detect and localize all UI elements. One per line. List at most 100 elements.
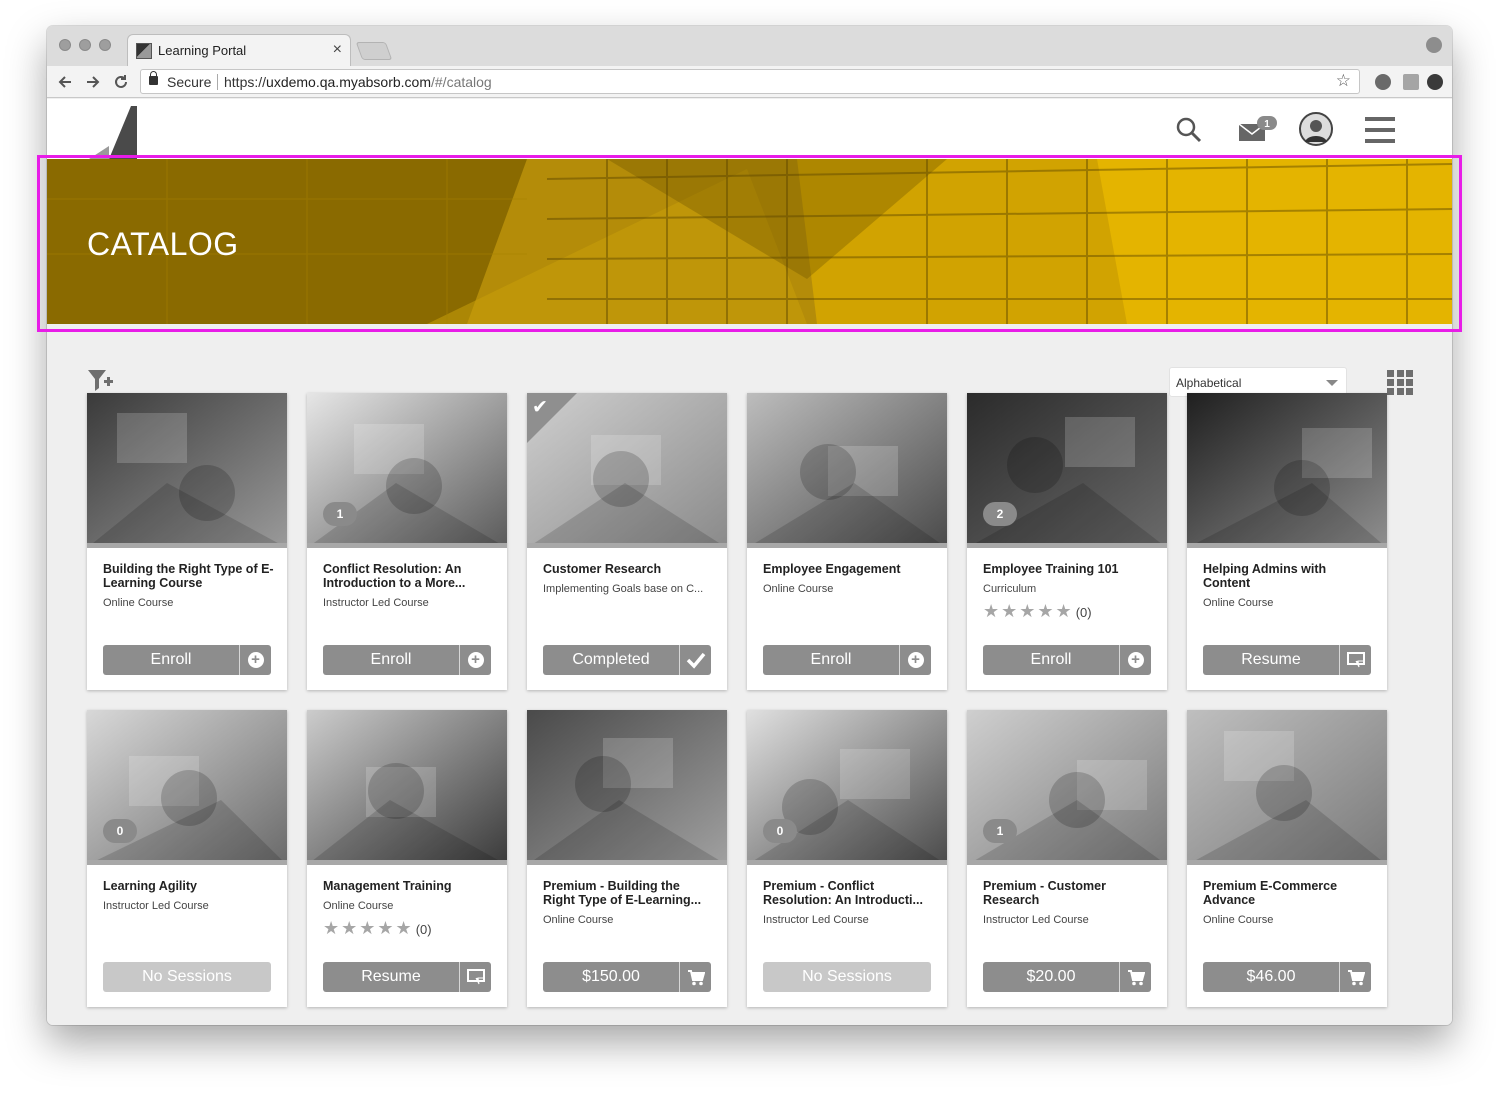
course-title[interactable]: Management Training: [323, 879, 495, 893]
grid-view-icon[interactable]: [1387, 370, 1413, 395]
course-card[interactable]: Building the Right Type of E-Learning Co…: [87, 393, 287, 690]
course-action-button[interactable]: $46.00: [1203, 962, 1371, 992]
absorb-logo[interactable]: [89, 106, 137, 159]
plus-circle-icon[interactable]: +: [900, 645, 931, 675]
action-label: $150.00: [582, 968, 640, 985]
hamburger-menu-icon[interactable]: [1365, 117, 1397, 143]
bookmark-star-icon[interactable]: ☆: [1336, 71, 1351, 91]
course-card[interactable]: 0 Learning Agility Instructor Led Course No…: [87, 710, 287, 1007]
progress-bar: [967, 860, 1167, 865]
back-arrow-icon[interactable]: [57, 74, 73, 90]
session-count-badge: 0: [103, 819, 137, 843]
secure-label: Secure: [167, 74, 212, 90]
course-card[interactable]: 1 Premium - Customer Research Instructor L…: [967, 710, 1167, 1007]
no-sessions-button: No Sessions: [763, 962, 931, 992]
course-action-button[interactable]: Completed: [543, 645, 711, 675]
browser-toolbar: Secure https://uxdemo.qa.myabsorb.com/#/…: [47, 66, 1452, 98]
course-title[interactable]: Helping Admins with Content: [1203, 562, 1375, 590]
course-type: Online Course: [103, 597, 174, 609]
course-action-button[interactable]: $150.00: [543, 962, 711, 992]
action-label: Enroll: [1030, 651, 1072, 668]
resume-icon[interactable]: [460, 962, 491, 992]
course-title[interactable]: Conflict Resolution: An Introduction to …: [323, 562, 495, 590]
course-card[interactable]: 1 Conflict Resolution: An Introduction to…: [307, 393, 507, 690]
window-zoom-button[interactable]: [99, 39, 111, 51]
course-title[interactable]: Premium - Conflict Resolution: An Introd…: [763, 879, 935, 907]
window-minimize-button[interactable]: [79, 39, 91, 51]
plus-circle-icon[interactable]: +: [240, 645, 271, 675]
course-type: Instructor Led Course: [983, 914, 1089, 926]
course-action-button[interactable]: Enroll +: [763, 645, 931, 675]
search-icon[interactable]: [1175, 116, 1203, 144]
course-card[interactable]: 2 Employee Training 101 Curriculum ★★★★★ (0)…: [967, 393, 1167, 690]
extension-upload-icon[interactable]: [1427, 74, 1443, 90]
course-card[interactable]: Premium - Building the Right Type of E-L…: [527, 710, 727, 1007]
forward-arrow-icon[interactable]: [85, 74, 101, 90]
course-action-button[interactable]: Enroll +: [103, 645, 271, 675]
course-title[interactable]: Learning Agility: [103, 879, 275, 893]
address-bar[interactable]: Secure https://uxdemo.qa.myabsorb.com/#/…: [140, 69, 1360, 94]
course-thumbnail[interactable]: [527, 710, 727, 865]
course-thumbnail[interactable]: [747, 393, 947, 548]
banner-building-image: [47, 159, 1452, 324]
course-title[interactable]: Premium E-Commerce Advance: [1203, 879, 1375, 907]
new-tab-button[interactable]: [355, 42, 393, 60]
filter-add-icon[interactable]: [87, 367, 115, 395]
course-thumbnail[interactable]: [1187, 710, 1387, 865]
course-card[interactable]: 0 Premium - Conflict Resolution: An Intro…: [747, 710, 947, 1007]
messages-icon[interactable]: 1: [1237, 113, 1279, 145]
course-type: Online Course: [1203, 597, 1274, 609]
extension-g-icon[interactable]: [1375, 74, 1391, 90]
course-thumbnail[interactable]: [1187, 393, 1387, 548]
course-card[interactable]: Management Training Online Course ★★★★★ (0)…: [307, 710, 507, 1007]
course-thumbnail[interactable]: [87, 393, 287, 548]
messages-badge: 1: [1264, 119, 1270, 130]
course-title[interactable]: Customer Research: [543, 562, 715, 576]
session-count-badge: 1: [983, 819, 1017, 843]
action-label: Completed: [572, 651, 650, 668]
browser-profile-icon[interactable]: [1426, 37, 1442, 53]
course-action-button[interactable]: Resume: [323, 962, 491, 992]
session-count-badge: 0: [763, 819, 797, 843]
plus-circle-icon[interactable]: +: [460, 645, 491, 675]
plus-circle-icon[interactable]: +: [1120, 645, 1151, 675]
sort-value: Alphabetical: [1176, 376, 1242, 390]
course-title[interactable]: Premium - Building the Right Type of E-L…: [543, 879, 715, 907]
course-card[interactable]: Premium E-Commerce Advance Online Course $…: [1187, 710, 1387, 1007]
course-title[interactable]: Building the Right Type of E-Learning Co…: [103, 562, 275, 590]
cart-icon[interactable]: [680, 962, 711, 992]
course-thumbnail[interactable]: [307, 710, 507, 865]
course-action-button[interactable]: Enroll +: [983, 645, 1151, 675]
progress-bar: [967, 543, 1167, 548]
course-action-button[interactable]: Enroll +: [323, 645, 491, 675]
cart-icon[interactable]: [1340, 962, 1371, 992]
course-card[interactable]: Employee Engagement Online Course Enroll +: [747, 393, 947, 690]
course-card[interactable]: Helping Admins with Content Online Course…: [1187, 393, 1387, 690]
resume-icon[interactable]: [1340, 645, 1371, 675]
course-type: Online Course: [763, 583, 834, 595]
window-close-button[interactable]: [59, 39, 71, 51]
reload-icon[interactable]: [113, 74, 129, 90]
address-separator: [217, 74, 218, 90]
progress-bar: [87, 860, 287, 865]
course-action-button[interactable]: Resume: [1203, 645, 1371, 675]
star-rating[interactable]: ★★★★★ (0): [983, 601, 1092, 622]
checkmark-icon[interactable]: [680, 645, 711, 675]
course-title[interactable]: Employee Training 101: [983, 562, 1155, 576]
course-title[interactable]: Employee Engagement: [763, 562, 935, 576]
tab-close-icon[interactable]: ×: [333, 41, 342, 59]
browser-tab[interactable]: Learning Portal ×: [127, 34, 351, 66]
progress-bar: [87, 543, 287, 548]
course-action-button[interactable]: $20.00: [983, 962, 1151, 992]
course-type: Curriculum: [983, 583, 1037, 595]
action-label: $20.00: [1026, 968, 1076, 985]
user-avatar[interactable]: [1299, 112, 1333, 146]
cart-icon[interactable]: [1120, 962, 1151, 992]
course-card[interactable]: ✔ Customer Research Implementing Goals bas…: [527, 393, 727, 690]
extension-calendar-icon[interactable]: [1403, 74, 1419, 90]
absorb-favicon-icon: [136, 43, 152, 59]
course-title[interactable]: Premium - Customer Research: [983, 879, 1155, 907]
no-sessions-button: No Sessions: [103, 962, 271, 992]
star-rating[interactable]: ★★★★★ (0): [323, 918, 432, 939]
url-host: uxdemo.qa.myabsorb.com: [266, 74, 431, 90]
